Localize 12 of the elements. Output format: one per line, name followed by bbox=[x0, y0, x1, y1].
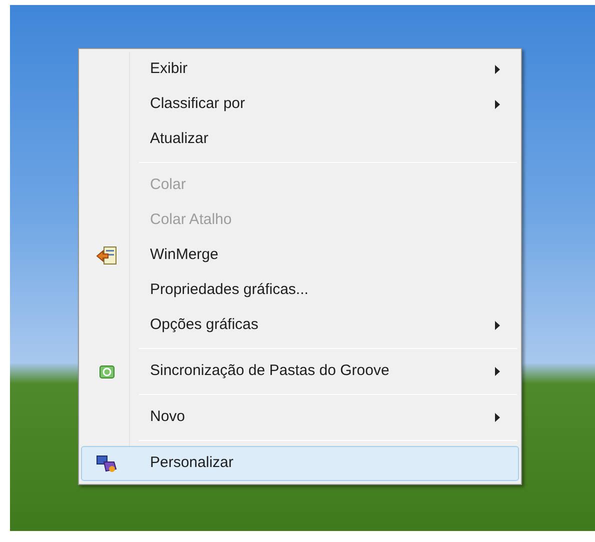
sync-folder-icon bbox=[99, 364, 115, 380]
menu-item[interactable]: Propriedades gráficas... bbox=[81, 273, 519, 308]
menu-item[interactable]: Novo bbox=[81, 400, 519, 435]
menu-item[interactable]: Exibir bbox=[81, 52, 519, 87]
monitor-paint-icon bbox=[96, 454, 118, 474]
document-arrow-icon bbox=[96, 246, 118, 266]
menu-item[interactable]: Personalizar bbox=[81, 446, 519, 481]
menu-item[interactable]: Opções gráficas bbox=[81, 308, 519, 343]
menu-item[interactable]: Atualizar bbox=[81, 122, 519, 157]
menu-item[interactable]: Classificar por bbox=[81, 87, 519, 122]
menu-item[interactable]: WinMerge bbox=[81, 238, 519, 273]
menu-item[interactable]: Sincronização de Pastas do Groove bbox=[81, 354, 519, 389]
